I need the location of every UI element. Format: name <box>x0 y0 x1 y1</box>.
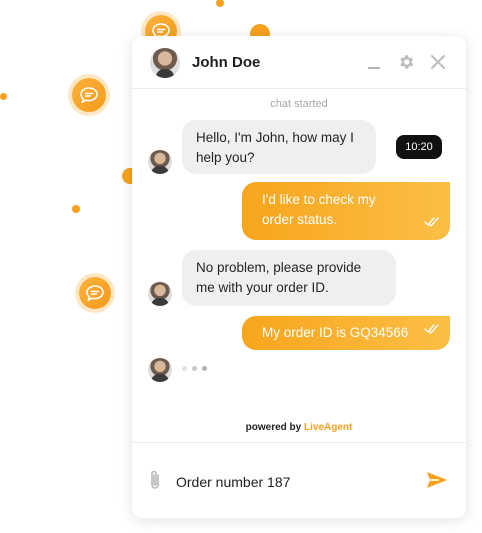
agent-name: John Doe <box>192 54 261 71</box>
paperclip-icon[interactable] <box>148 469 162 496</box>
chat-started-label: chat started <box>270 98 328 110</box>
read-receipt-icon <box>424 213 440 233</box>
read-receipt-icon <box>424 320 440 340</box>
typing-dot <box>202 366 207 371</box>
typing-dot <box>182 366 187 371</box>
gear-icon[interactable] <box>397 53 415 76</box>
close-icon[interactable] <box>431 55 445 74</box>
visitor-message: I'd like to check my order status. <box>242 182 450 240</box>
powered-by[interactable]: powered by LiveAgent <box>132 422 466 433</box>
message-composer <box>132 442 466 518</box>
decor-dot <box>216 0 224 7</box>
visitor-message: My order ID is GQ34566 <box>242 316 450 350</box>
chat-widget: John Doe chat started Hello, I'm John, h… <box>132 36 466 518</box>
send-icon[interactable] <box>426 471 448 494</box>
message-input[interactable] <box>176 471 416 493</box>
typing-dot <box>192 366 197 371</box>
chat-bubble-decor-icon <box>79 277 111 309</box>
message-line: No problem, please provide <box>196 260 362 275</box>
agent-avatar <box>150 48 180 78</box>
chat-header: John Doe <box>132 36 466 89</box>
agent-avatar <box>148 282 172 306</box>
brand-name[interactable]: LiveAgent <box>304 422 352 433</box>
message-line: order status. <box>262 212 338 227</box>
message-line: My order ID is GQ34566 <box>262 325 409 340</box>
powered-by-prefix: powered by <box>245 422 302 433</box>
agent-message: Hello, I'm John, how may I help you? <box>182 120 376 174</box>
message-line: Hello, I'm John, how may I <box>196 130 354 145</box>
agent-avatar <box>148 358 172 382</box>
message-line: me with your order ID. <box>196 280 329 295</box>
agent-avatar <box>148 150 172 174</box>
decor-dot <box>72 205 80 213</box>
message-line: help you? <box>196 150 255 165</box>
decor-dot <box>0 93 7 100</box>
message-time-tooltip: 10:20 <box>396 135 442 159</box>
minimize-icon[interactable] <box>367 56 381 75</box>
message-line: I'd like to check my <box>262 192 376 207</box>
agent-message: No problem, please provide me with your … <box>182 250 396 306</box>
chat-bubble-decor-icon <box>72 78 106 112</box>
